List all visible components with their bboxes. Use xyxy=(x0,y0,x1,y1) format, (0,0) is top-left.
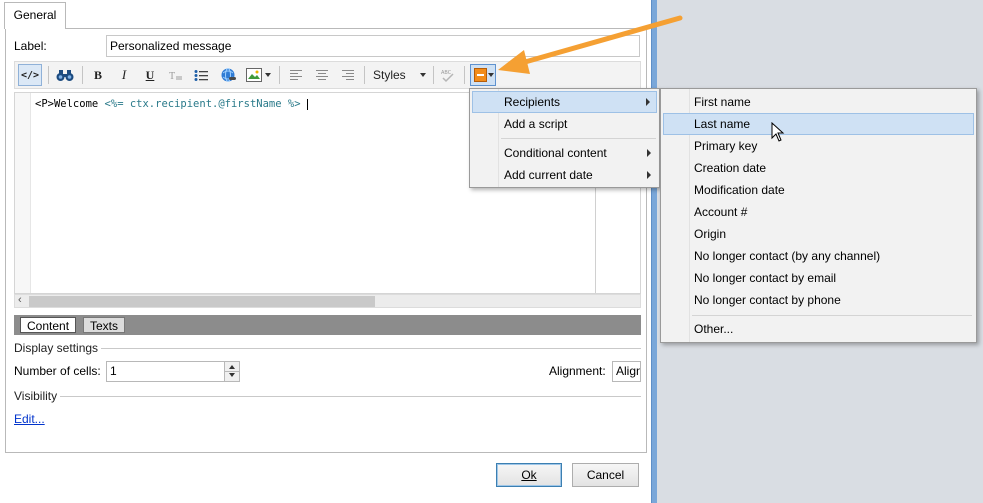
edit-visibility-link[interactable]: Edit... xyxy=(14,412,45,426)
toolbar-separator xyxy=(364,66,365,84)
label-field-label: Label: xyxy=(14,39,47,53)
bold-button[interactable]: B xyxy=(88,64,108,86)
submenu-item-no-contact-email[interactable]: No longer contact by email xyxy=(663,267,974,289)
align-center-icon[interactable] xyxy=(312,64,332,86)
insert-link-globe-icon[interactable] xyxy=(217,64,239,86)
number-of-cells-stepper[interactable]: 1 xyxy=(106,361,240,382)
ok-button-label: Ok xyxy=(521,468,537,482)
menu-separator xyxy=(692,315,972,316)
submenu-item-first-name[interactable]: First name xyxy=(663,91,974,113)
italic-button[interactable]: I xyxy=(114,64,134,86)
personalization-menu: Recipients Add a script Conditional cont… xyxy=(469,88,660,188)
menu-item-add-current-date[interactable]: Add current date xyxy=(472,164,657,186)
svg-text:T: T xyxy=(169,71,175,82)
menu-item-conditional-content[interactable]: Conditional content xyxy=(472,142,657,164)
scrollbar-thumb[interactable] xyxy=(29,296,375,307)
submenu-item-last-name[interactable]: Last name xyxy=(663,113,974,135)
submenu-arrow-icon xyxy=(646,98,650,106)
mouse-pointer-icon xyxy=(771,122,785,142)
scroll-left-icon[interactable]: ‹ xyxy=(18,294,22,306)
number-of-cells-value: 1 xyxy=(110,364,117,378)
cancel-button[interactable]: Cancel xyxy=(572,463,639,487)
submenu-arrow-icon xyxy=(647,149,651,157)
bullet-list-icon[interactable] xyxy=(191,64,211,86)
text-caret xyxy=(306,98,308,110)
styles-dropdown[interactable]: Styles xyxy=(369,64,429,86)
recipients-submenu: First name Last name Primary key Creatio… xyxy=(660,88,977,343)
tab-content[interactable]: Content xyxy=(20,317,77,333)
clear-format-icon[interactable]: T xyxy=(166,64,186,86)
menu-item-label: Add a script xyxy=(504,117,568,131)
underline-button[interactable]: U xyxy=(140,64,160,86)
menu-separator xyxy=(501,138,656,139)
toolbar-separator xyxy=(464,66,465,84)
spin-buttons[interactable] xyxy=(224,362,239,381)
toolbar-separator xyxy=(48,66,49,84)
section-divider xyxy=(14,348,641,349)
cancel-button-label: Cancel xyxy=(586,468,625,482)
spin-divider xyxy=(225,371,239,372)
horizontal-scrollbar[interactable]: ‹ xyxy=(14,294,641,308)
display-settings-heading: Display settings xyxy=(14,341,102,355)
svg-text:ABC: ABC xyxy=(441,70,452,76)
submenu-item-modification-date[interactable]: Modification date xyxy=(663,179,974,201)
menu-item-label: Recipients xyxy=(504,95,561,109)
menu-item-label: Add current date xyxy=(504,168,593,182)
submenu-item-primary-key[interactable]: Primary key xyxy=(663,135,974,157)
insert-image-icon[interactable] xyxy=(244,64,272,86)
alignment-select[interactable]: Align xyxy=(612,361,641,382)
code-personalization-field: <%= ctx.recipient.@firstName %> xyxy=(104,98,301,110)
annotation-arrow-icon xyxy=(498,15,683,74)
toolbar-separator xyxy=(279,66,280,84)
styles-label: Styles xyxy=(373,68,406,82)
menu-item-label: Conditional content xyxy=(504,146,607,160)
editor-line: <P>Welcome <%= ctx.recipient.@firstName … xyxy=(35,98,308,110)
find-binoculars-icon[interactable] xyxy=(53,64,77,86)
submenu-item-account-number[interactable]: Account # xyxy=(663,201,974,223)
submenu-arrow-icon xyxy=(647,171,651,179)
submenu-item-no-contact-any[interactable]: No longer contact (by any channel) xyxy=(663,245,974,267)
personalization-icon xyxy=(474,68,487,82)
submenu-item-other[interactable]: Other... xyxy=(663,318,974,340)
align-left-icon[interactable] xyxy=(286,64,306,86)
alignment-label: Alignment: xyxy=(549,364,606,378)
submenu-item-no-contact-phone[interactable]: No longer contact by phone xyxy=(663,289,974,311)
tab-general[interactable]: General xyxy=(4,2,66,29)
align-right-icon[interactable] xyxy=(338,64,358,86)
menu-item-recipients[interactable]: Recipients xyxy=(472,91,657,113)
toolbar-separator xyxy=(433,66,434,84)
submenu-item-creation-date[interactable]: Creation date xyxy=(663,157,974,179)
editor-gutter xyxy=(15,93,31,293)
tab-texts[interactable]: Texts xyxy=(83,317,126,333)
source-view-icon[interactable]: </> xyxy=(18,64,42,86)
code-html-tag: <P>Welcome xyxy=(35,98,105,110)
chevron-down-icon xyxy=(419,73,426,77)
menu-item-add-script[interactable]: Add a script xyxy=(472,113,657,135)
toolbar-separator xyxy=(82,66,83,84)
ok-button[interactable]: Ok xyxy=(496,463,562,487)
spellcheck-icon[interactable]: ABC xyxy=(437,64,459,86)
spin-up-icon[interactable] xyxy=(229,365,235,369)
visibility-heading: Visibility xyxy=(14,389,61,403)
editor-mode-tabs: Content Texts xyxy=(14,315,641,335)
section-divider xyxy=(14,396,641,397)
spin-down-icon[interactable] xyxy=(229,373,235,377)
number-of-cells-label: Number of cells: xyxy=(14,364,101,378)
submenu-item-origin[interactable]: Origin xyxy=(663,223,974,245)
